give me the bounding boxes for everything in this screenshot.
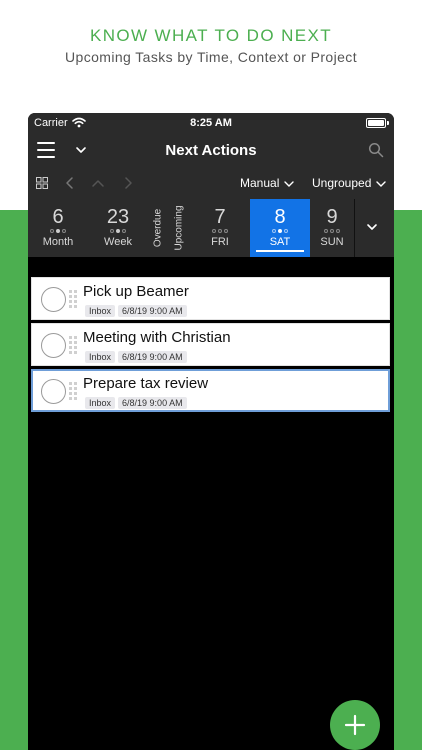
drag-handle-icon[interactable] <box>69 382 77 400</box>
drag-handle-icon[interactable] <box>69 336 77 354</box>
task-title: Pick up Beamer <box>83 283 189 300</box>
grid-icon[interactable] <box>36 177 48 189</box>
task-list: Pick up Beamer Inbox 6/8/19 9:00 AM Meet… <box>28 257 394 750</box>
chevron-down-icon[interactable] <box>366 221 378 233</box>
toolbar: Manual Ungrouped <box>28 169 394 199</box>
plus-icon <box>344 714 366 736</box>
battery-icon <box>366 118 386 128</box>
task-tags: Inbox 6/8/19 9:00 AM <box>85 397 190 409</box>
task-title: Meeting with Christian <box>83 329 231 346</box>
task-tag-date[interactable]: 6/8/19 9:00 AM <box>118 305 187 317</box>
date-cell-sat[interactable]: 8 SAT <box>250 199 310 257</box>
task-title: Prepare tax review <box>83 375 209 392</box>
sort-select-value: Manual <box>240 176 280 190</box>
task-tag-context[interactable]: Inbox <box>85 351 116 363</box>
date-cell-overdue[interactable]: Overdue <box>150 199 166 257</box>
group-select-value: Ungrouped <box>312 176 372 190</box>
task-checkbox[interactable] <box>41 333 66 358</box>
status-time: 8:25 AM <box>190 117 232 129</box>
page-title: Next Actions <box>165 142 257 159</box>
task-tags: Inbox 6/8/19 9:00 AM <box>85 351 190 363</box>
date-dots <box>190 229 250 235</box>
add-task-button[interactable] <box>330 700 380 750</box>
date-cell-upcoming[interactable]: Upcoming <box>171 199 187 257</box>
date-number: 9 <box>326 206 338 228</box>
sort-select[interactable]: Manual <box>240 176 295 190</box>
task-checkbox[interactable] <box>41 379 66 404</box>
arrow-right-icon[interactable] <box>122 176 134 190</box>
strip-divider <box>354 199 355 257</box>
date-label: Week <box>104 236 132 248</box>
selected-underline <box>256 250 304 252</box>
upcoming-label: Upcoming <box>173 205 185 251</box>
arrow-up-icon[interactable] <box>90 177 106 189</box>
promo-subtitle: Upcoming Tasks by Time, Context or Proje… <box>65 49 357 65</box>
date-number: 7 <box>214 206 226 228</box>
date-label: SAT <box>269 236 291 248</box>
task-checkbox[interactable] <box>41 287 66 312</box>
task-tag-date[interactable]: 6/8/19 9:00 AM <box>118 397 187 409</box>
search-icon[interactable] <box>368 142 384 158</box>
battery-tip <box>387 121 389 125</box>
date-cell-month[interactable]: 6 Month <box>28 199 88 257</box>
date-dots <box>88 229 148 235</box>
arrow-left-icon[interactable] <box>64 176 76 190</box>
task-tag-context[interactable]: Inbox <box>85 397 116 409</box>
date-label: FRI <box>211 236 229 248</box>
date-number: 6 <box>52 206 64 228</box>
drag-handle-icon[interactable] <box>69 290 77 308</box>
date-strip: 6 Month 23 Week Overdue Upcoming 7 FRI 8… <box>28 199 394 257</box>
promo-title: KNOW WHAT TO DO NEXT <box>89 26 333 45</box>
device-screen: Carrier 8:25 AM Next Actions Manual Ungr… <box>28 113 394 750</box>
date-dots <box>250 229 310 235</box>
chevron-down-icon <box>284 181 295 187</box>
status-bar: Carrier 8:25 AM <box>28 113 394 133</box>
date-number: 23 <box>106 206 130 228</box>
date-cell-sun[interactable]: 9 SUN <box>310 199 354 257</box>
date-dots <box>310 229 354 235</box>
group-select[interactable]: Ungrouped <box>312 176 387 190</box>
date-label: SUN <box>320 236 344 248</box>
task-row-selected[interactable]: Prepare tax review Inbox 6/8/19 9:00 AM <box>31 369 390 412</box>
task-tag-context[interactable]: Inbox <box>85 305 116 317</box>
date-dots <box>28 229 88 235</box>
task-row[interactable]: Meeting with Christian Inbox 6/8/19 9:00… <box>31 323 390 366</box>
task-row[interactable]: Pick up Beamer Inbox 6/8/19 9:00 AM <box>31 277 390 320</box>
overdue-label: Overdue <box>152 208 164 248</box>
date-number: 8 <box>274 206 286 228</box>
date-cell-fri[interactable]: 7 FRI <box>190 199 250 257</box>
date-cell-week[interactable]: 23 Week <box>88 199 148 257</box>
task-tags: Inbox 6/8/19 9:00 AM <box>85 305 190 317</box>
date-label: Month <box>42 236 74 248</box>
task-tag-date[interactable]: 6/8/19 9:00 AM <box>118 351 187 363</box>
chevron-down-icon <box>376 181 387 187</box>
navigation-bar: Next Actions <box>28 133 394 169</box>
